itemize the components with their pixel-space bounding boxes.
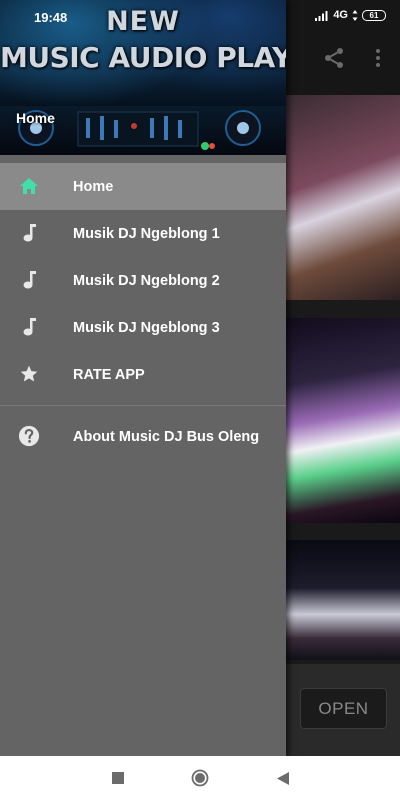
menu-item-label: Home (73, 178, 114, 195)
more-vert-icon[interactable] (366, 46, 390, 70)
drawer-header: 19:48 NEW MUSIC AUDIO PLAYER Home (0, 0, 286, 155)
battery-level: 61 (369, 10, 379, 20)
drawer-menu: Home Musik DJ Ngeblong 1 Musik DJ Ngeblo… (0, 163, 286, 460)
share-icon[interactable] (322, 46, 346, 70)
status-indicators: 4G 61 (315, 9, 386, 21)
system-back-button[interactable] (273, 768, 293, 788)
menu-item-musik-2[interactable]: Musik DJ Ngeblong 2 (0, 257, 286, 304)
music-note-icon (18, 316, 40, 338)
ad-open-button[interactable]: OPEN (300, 688, 387, 729)
drawer-header-section: Home (16, 110, 55, 126)
navigation-drawer: 19:48 NEW MUSIC AUDIO PLAYER Home Home M… (0, 0, 286, 756)
menu-item-home[interactable]: Home (0, 163, 286, 210)
home-icon (18, 175, 40, 197)
recent-apps-button[interactable] (108, 768, 128, 788)
app-title-line1: NEW (106, 6, 180, 37)
menu-item-label: Musik DJ Ngeblong 2 (73, 272, 220, 289)
network-type: 4G (333, 9, 348, 21)
menu-item-label: About Music DJ Bus Oleng (73, 428, 260, 445)
menu-item-label: Musik DJ Ngeblong 1 (73, 225, 220, 242)
bus-image-card[interactable] (286, 95, 400, 300)
help-circle-icon (18, 425, 40, 447)
menu-item-musik-1[interactable]: Musik DJ Ngeblong 1 (0, 210, 286, 257)
menu-item-rate-app[interactable]: RATE APP (0, 351, 286, 398)
menu-divider (0, 405, 286, 406)
bus-image-card[interactable] (286, 540, 400, 660)
signal-icon (315, 10, 328, 21)
music-note-icon (18, 269, 40, 291)
menu-item-label: RATE APP (73, 366, 145, 383)
system-navigation-bar (0, 756, 400, 800)
menu-item-about[interactable]: About Music DJ Bus Oleng (0, 413, 286, 460)
star-icon (18, 363, 40, 385)
music-note-icon (18, 222, 40, 244)
data-transfer-icon (352, 9, 358, 21)
menu-item-musik-3[interactable]: Musik DJ Ngeblong 3 (0, 304, 286, 351)
system-home-button[interactable] (190, 768, 210, 788)
app-title-line2: MUSIC AUDIO PLAYER (0, 41, 286, 74)
bus-image-card[interactable] (286, 318, 400, 523)
menu-item-label: Musik DJ Ngeblong 3 (73, 319, 220, 336)
battery-icon: 61 (362, 9, 386, 21)
